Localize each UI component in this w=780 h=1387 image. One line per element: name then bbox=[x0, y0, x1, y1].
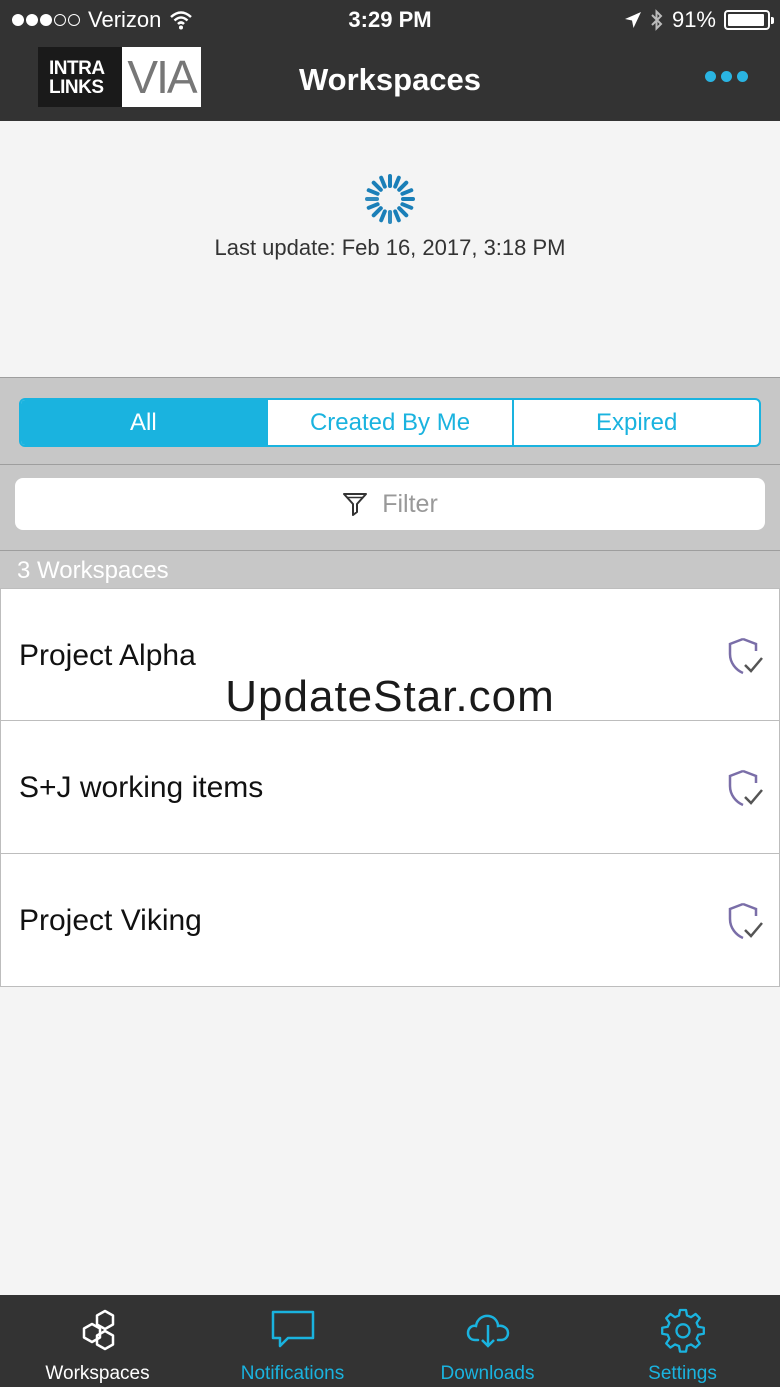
funnel-icon bbox=[343, 493, 368, 516]
battery-percent: 91% bbox=[671, 7, 716, 32]
tab-downloads[interactable]: Downloads bbox=[390, 1295, 585, 1387]
filter-bar: Filter bbox=[0, 465, 780, 551]
segment-bar: All Created By Me Expired bbox=[0, 377, 780, 465]
hexagons-icon bbox=[82, 1309, 114, 1351]
more-dot-icon bbox=[705, 71, 716, 82]
filter-placeholder: Filter bbox=[382, 489, 438, 518]
workspace-row[interactable]: S+J working items bbox=[0, 720, 780, 854]
shield-check-icon bbox=[728, 902, 763, 939]
workspace-row[interactable]: Project Viking bbox=[0, 852, 780, 987]
workspace-name: Project Alpha bbox=[19, 638, 196, 672]
last-update-text: Last update: Feb 16, 2017, 3:18 PM bbox=[214, 235, 566, 260]
tab-notifications[interactable]: Notifications bbox=[195, 1295, 390, 1387]
shield-check-icon bbox=[728, 637, 763, 674]
page-title: Workspaces bbox=[298, 62, 482, 97]
app-screen: Verizon 3:29 PM 91% INTRA LINKS VIA Work… bbox=[0, 0, 780, 1387]
gear-icon bbox=[660, 1308, 705, 1353]
workspace-name: Project Viking bbox=[19, 903, 202, 937]
navigation-bar: INTRA LINKS VIA Workspaces bbox=[0, 40, 780, 121]
tab-bar: Workspaces Notifications Downloads Setti… bbox=[0, 1295, 780, 1387]
workspace-count-header: 3 Workspaces bbox=[0, 551, 780, 590]
pull-to-refresh-area: Last update: Feb 16, 2017, 3:18 PM bbox=[0, 121, 780, 377]
tab-label: Notifications bbox=[240, 1363, 345, 1384]
workspace-filter-segmented-control: All Created By Me Expired bbox=[19, 398, 761, 447]
workspace-row[interactable]: Project Alpha bbox=[0, 587, 780, 722]
tab-label: Workspaces bbox=[45, 1363, 150, 1384]
tab-label: Downloads bbox=[440, 1363, 535, 1384]
bluetooth-icon bbox=[651, 9, 663, 31]
workspace-name: S+J working items bbox=[19, 771, 264, 804]
loading-spinner-icon bbox=[365, 174, 415, 224]
shield-check-icon bbox=[728, 769, 763, 807]
more-dot-icon bbox=[737, 71, 748, 82]
location-arrow-icon bbox=[624, 12, 641, 28]
status-right: 91% bbox=[624, 7, 774, 33]
workspace-list: Project Alpha S+J working items Project … bbox=[0, 587, 780, 987]
tab-label: Settings bbox=[648, 1363, 717, 1384]
battery-icon bbox=[724, 10, 774, 30]
cloud-download-icon bbox=[466, 1314, 509, 1348]
tab-workspaces[interactable]: Workspaces bbox=[0, 1295, 195, 1387]
segment-created-by-me[interactable]: Created By Me bbox=[268, 400, 515, 445]
filter-input[interactable]: Filter bbox=[15, 478, 765, 530]
status-bar: Verizon 3:29 PM 91% bbox=[0, 0, 780, 40]
segment-all[interactable]: All bbox=[21, 400, 268, 445]
more-options-button[interactable] bbox=[705, 71, 748, 82]
tab-settings[interactable]: Settings bbox=[585, 1295, 780, 1387]
chat-bubble-icon bbox=[271, 1310, 314, 1348]
segment-expired[interactable]: Expired bbox=[514, 400, 759, 445]
more-dot-icon bbox=[721, 71, 732, 82]
